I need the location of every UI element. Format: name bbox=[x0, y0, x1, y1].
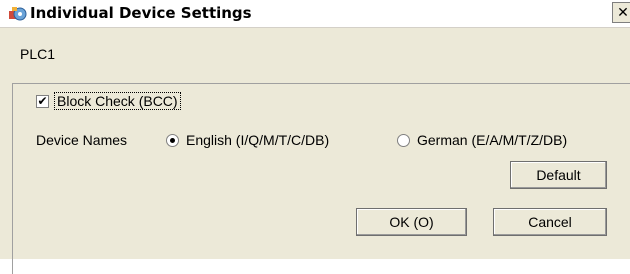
device-name-label: PLC1 bbox=[20, 46, 56, 62]
close-icon: ✕ bbox=[617, 4, 629, 20]
settings-gear-icon bbox=[9, 7, 27, 21]
dialog-window: Individual Device Settings ✕ PLC1 ✔ Bloc… bbox=[0, 0, 630, 274]
radio-german-label[interactable]: German (E/A/M/T/Z/DB) bbox=[417, 132, 567, 148]
close-button[interactable]: ✕ bbox=[612, 2, 630, 23]
title-bar[interactable]: Individual Device Settings ✕ bbox=[0, 0, 630, 28]
ok-button[interactable]: OK (O) bbox=[356, 208, 467, 236]
radio-english[interactable] bbox=[166, 134, 179, 147]
block-check-label[interactable]: Block Check (BCC) bbox=[54, 92, 181, 110]
radio-english-label[interactable]: English (I/Q/M/T/C/DB) bbox=[186, 132, 329, 148]
cancel-button[interactable]: Cancel bbox=[493, 208, 607, 236]
default-button[interactable]: Default bbox=[510, 161, 607, 189]
window-title: Individual Device Settings bbox=[30, 4, 252, 22]
radio-german[interactable] bbox=[397, 134, 410, 147]
block-check-checkbox[interactable]: ✔ bbox=[36, 95, 49, 108]
device-names-label: Device Names bbox=[36, 132, 128, 148]
check-mark-icon: ✔ bbox=[37, 94, 48, 108]
